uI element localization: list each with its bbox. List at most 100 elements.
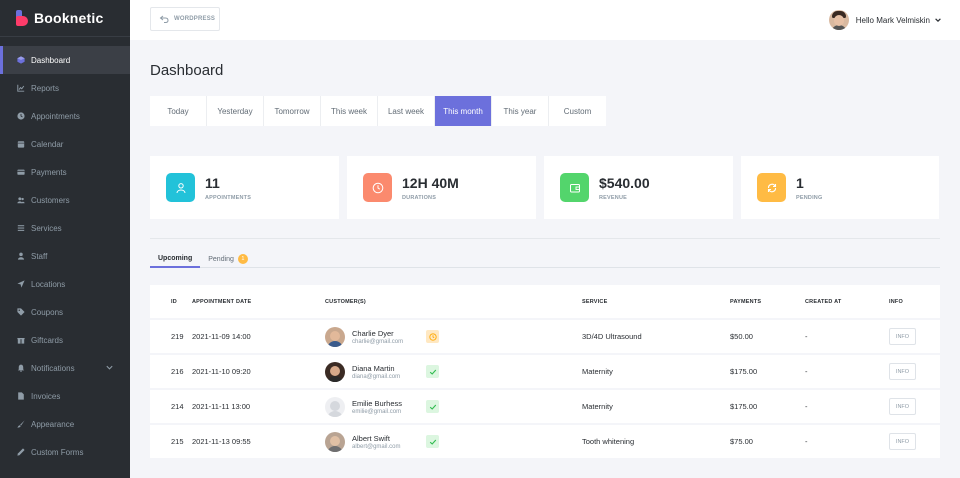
stat-label: DURATIONS [402, 194, 437, 201]
customer-name: Emilie Burhess [352, 398, 403, 408]
table-row[interactable]: 216 2021-11-10 09:20 Diana Martin diana@g… [150, 355, 940, 388]
sidebar-item-locations[interactable]: Locations [0, 270, 130, 298]
table-row[interactable]: 219 2021-11-09 14:00 Charlie Dyer charlie… [150, 320, 940, 353]
row-payment: $75.00 [730, 437, 753, 446]
avatar [828, 10, 849, 30]
stat-label: APPOINTMENTS [205, 194, 252, 201]
sidebar-item-label: Services [31, 223, 62, 233]
stat-card-durations: 12H 40M DURATIONS [347, 156, 536, 219]
row-id: 214 [171, 402, 184, 411]
row-customer: Albert Swift albert@gmail.com [325, 431, 582, 452]
row-date: 2021-11-09 14:00 [192, 332, 251, 341]
customer-email: charlie@gmail.com [352, 338, 404, 345]
info-button[interactable]: INFO [889, 363, 916, 380]
file-icon [16, 391, 26, 401]
sidebar-item-custom-forms[interactable]: Custom Forms [0, 438, 130, 466]
chevron-down-icon [935, 18, 941, 23]
calendar-icon [16, 139, 26, 149]
header-customer: CUSTOMER(S) [325, 298, 366, 305]
filter-this-week[interactable]: This week [321, 96, 378, 126]
location-arrow-icon [16, 279, 26, 289]
sidebar-item-label: Locations [31, 279, 66, 289]
sidebar-item-label: Coupons [31, 307, 64, 317]
row-id: 219 [171, 332, 184, 341]
info-button[interactable]: INFO [889, 328, 916, 345]
customer-email: albert@gmail.com [352, 443, 401, 450]
sidebar-item-label: Appearance [31, 419, 75, 429]
row-customer: Charlie Dyer charlie@gmail.com [325, 326, 582, 347]
stat-value: 11 [205, 174, 220, 191]
chevron-down-icon[interactable] [105, 363, 114, 372]
brush-icon [16, 419, 26, 429]
stat-value: 12H 40M [402, 174, 459, 191]
divider [150, 238, 940, 239]
info-button[interactable]: INFO [889, 398, 916, 415]
sidebar-item-payments[interactable]: Payments [0, 158, 130, 186]
header-id: ID [171, 298, 177, 305]
sidebar-item-coupons[interactable]: Coupons [0, 298, 130, 326]
bell-icon [16, 363, 26, 373]
row-created: - [805, 402, 808, 411]
topbar: WORDPRESS Hello Mark Velmiskin [130, 0, 960, 40]
wordpress-back-button[interactable]: WORDPRESS [150, 7, 220, 31]
avatar [325, 326, 345, 347]
user-menu[interactable]: Hello Mark Velmiskin [828, 10, 942, 30]
header-date: APPOINTMENT DATE [192, 298, 252, 305]
customer-email: diana@gmail.com [352, 373, 401, 380]
stat-label: REVENUE [599, 194, 627, 201]
table-row[interactable]: 215 2021-11-13 09:55 Albert Swift albert@… [150, 425, 940, 458]
brand[interactable]: Booknetic [0, 0, 130, 37]
filter-last-week[interactable]: Last week [378, 96, 435, 126]
chart-icon [16, 83, 26, 93]
table-header: ID APPOINTMENT DATE CUSTOMER(S) SERVICE … [150, 285, 940, 318]
filter-tomorrow[interactable]: Tomorrow [264, 96, 321, 126]
tab-label: Pending [208, 255, 234, 263]
pending-count-badge: 1 [237, 254, 248, 264]
stat-label: PENDING [796, 194, 823, 201]
credit-card-icon [16, 167, 26, 177]
tag-icon [16, 307, 26, 317]
info-button[interactable]: INFO [889, 433, 916, 450]
sidebar-item-dashboard[interactable]: Dashboard [0, 46, 130, 74]
row-created: - [805, 332, 808, 341]
filter-this-year[interactable]: This year [492, 96, 549, 126]
approved-check-icon [426, 400, 439, 413]
tab-pending[interactable]: Pending 1 [200, 250, 256, 268]
sidebar-item-notifications[interactable]: Notifications [0, 354, 130, 382]
sidebar: Booknetic Dashboard Reports Appointments… [0, 0, 130, 478]
filter-today[interactable]: Today [150, 96, 207, 126]
filter-custom[interactable]: Custom [549, 96, 606, 126]
user-icon [16, 251, 26, 261]
user-greeting: Hello Mark Velmiskin [855, 15, 930, 25]
row-date: 2021-11-10 09:20 [192, 367, 251, 376]
tab-label: Upcoming [158, 254, 193, 262]
sidebar-item-customers[interactable]: Customers [0, 186, 130, 214]
sidebar-item-invoices[interactable]: Invoices [0, 382, 130, 410]
sidebar-item-reports[interactable]: Reports [0, 74, 130, 102]
sidebar-item-giftcards[interactable]: Giftcards [0, 326, 130, 354]
page-title: Dashboard [150, 62, 224, 79]
sidebar-item-services[interactable]: Services [0, 214, 130, 242]
users-icon [16, 195, 26, 205]
sidebar-item-staff[interactable]: Staff [0, 242, 130, 270]
filter-yesterday[interactable]: Yesterday [207, 96, 264, 126]
row-id: 215 [171, 437, 184, 446]
sidebar-item-calendar[interactable]: Calendar [0, 130, 130, 158]
row-date: 2021-11-13 09:55 [192, 437, 251, 446]
wordpress-label: WORDPRESS [174, 16, 216, 22]
sidebar-item-appointments[interactable]: Appointments [0, 102, 130, 130]
refresh-icon [757, 173, 786, 202]
stat-card-revenue: $540.00 REVENUE [544, 156, 733, 219]
table-row[interactable]: 214 2021-11-11 13:00 Emilie Burhess emili… [150, 390, 940, 423]
row-service: Tooth whitening [582, 437, 635, 446]
stat-card-pending: 1 PENDING [741, 156, 939, 219]
tab-upcoming[interactable]: Upcoming [150, 250, 201, 268]
filter-this-month[interactable]: This month [435, 96, 492, 126]
pending-status-icon [426, 330, 439, 343]
sidebar-item-appearance[interactable]: Appearance [0, 410, 130, 438]
row-service: Maternity [582, 402, 613, 411]
sidebar-item-label: Invoices [31, 391, 61, 401]
row-payment: $175.00 [730, 402, 758, 411]
booknetic-logo-icon [16, 10, 28, 26]
row-customer: Diana Martin diana@gmail.com [325, 361, 582, 382]
